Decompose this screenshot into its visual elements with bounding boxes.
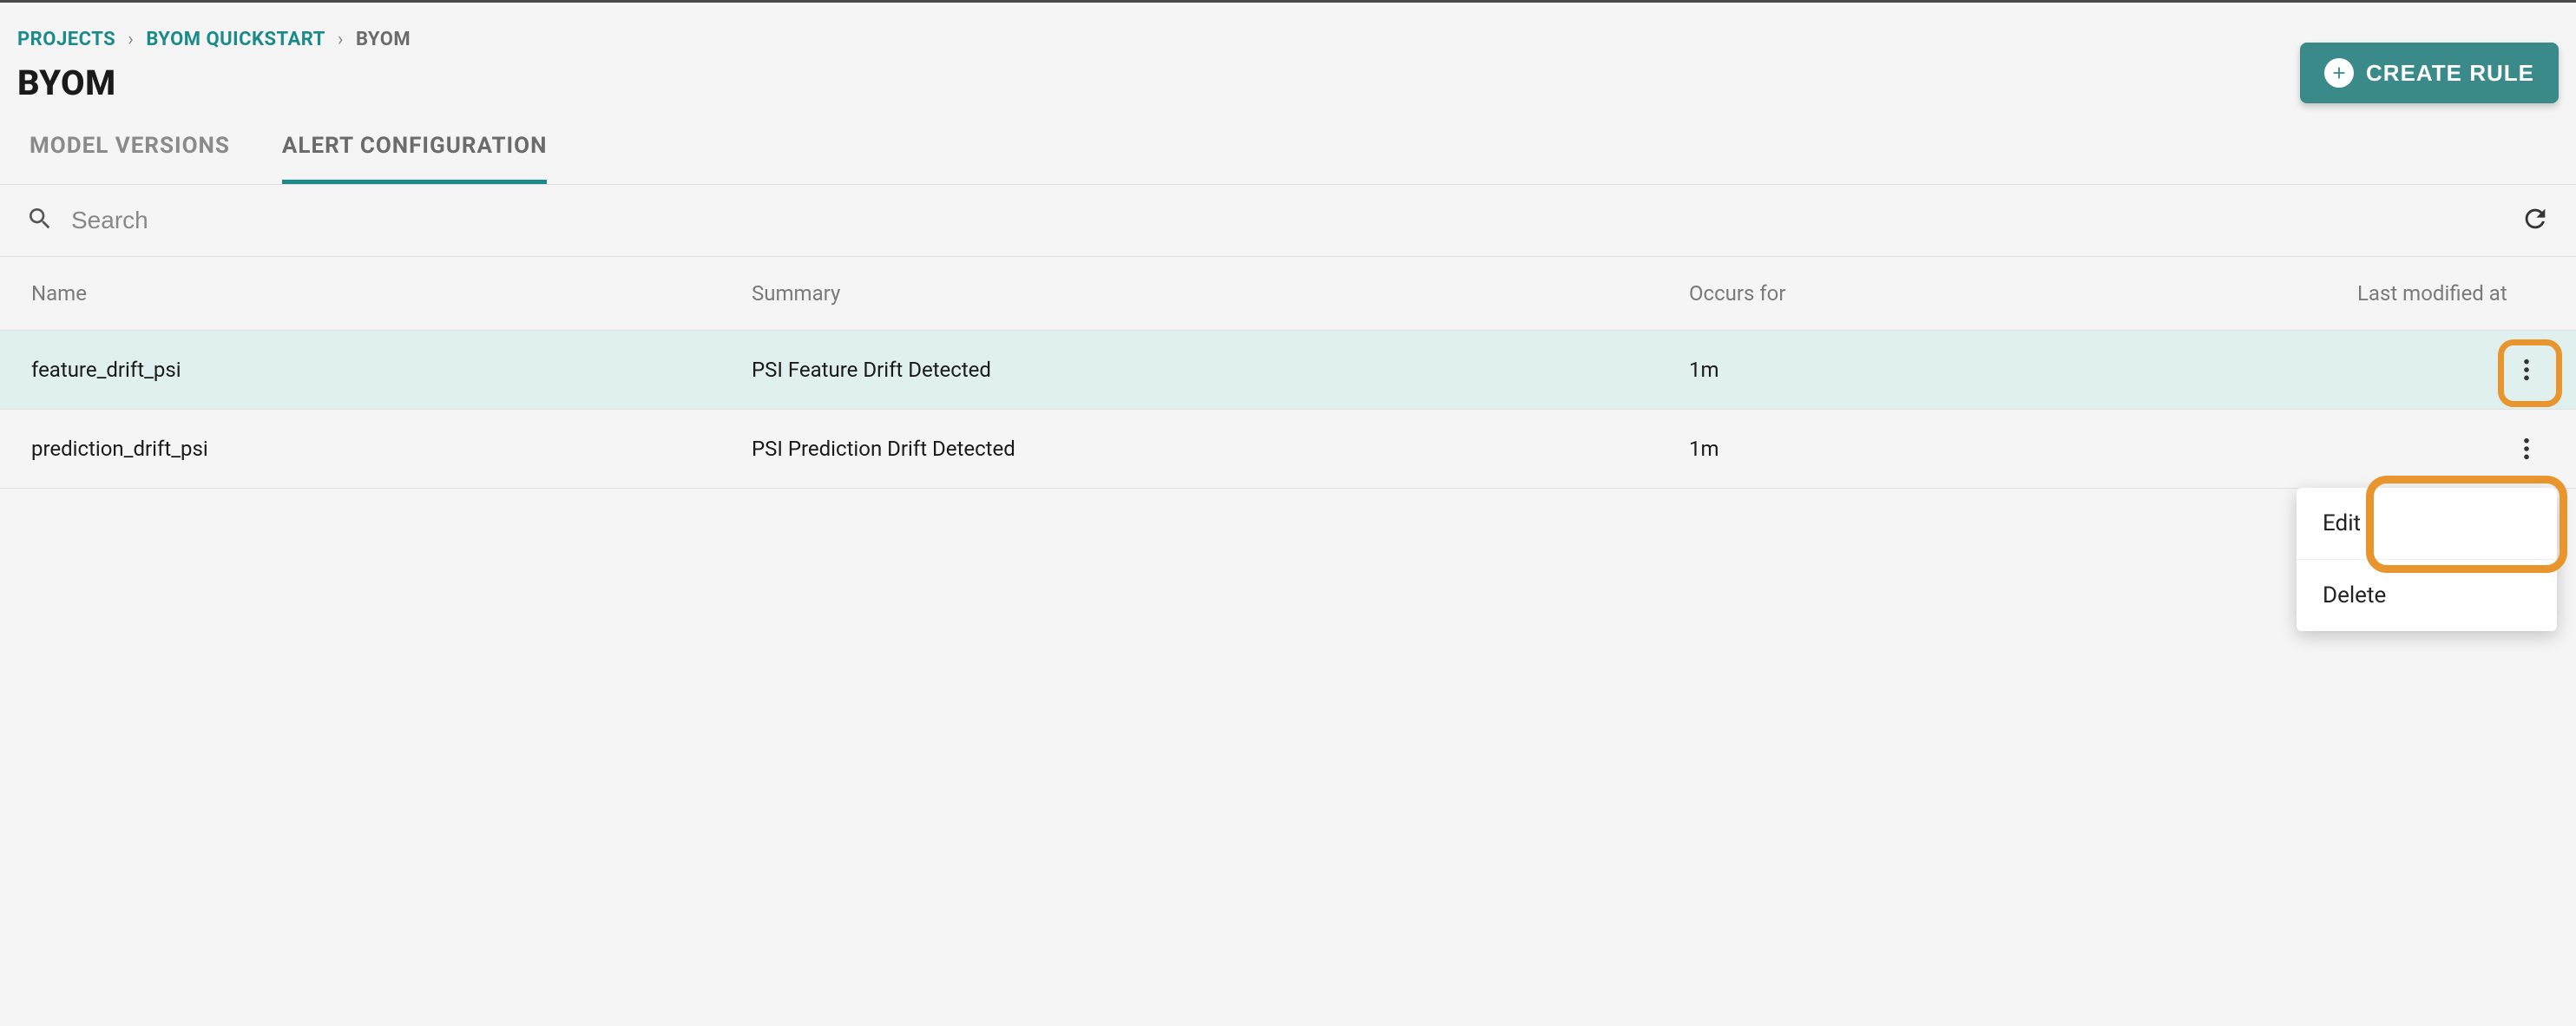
page-title: BYOM (17, 62, 2559, 103)
table-header: Name Summary Occurs for Last modified at (0, 257, 2576, 331)
table-row[interactable]: feature_drift_psi PSI Feature Drift Dete… (0, 331, 2576, 410)
cell-name: feature_drift_psi (31, 358, 752, 382)
row-context-menu: Edit Delete (2297, 488, 2557, 631)
tab-model-versions[interactable]: MODEL VERSIONS (30, 133, 230, 184)
search-bar (0, 185, 2576, 257)
tabs: MODEL VERSIONS ALERT CONFIGURATION (0, 103, 2576, 185)
row-more-button[interactable] (2508, 352, 2545, 388)
col-occurs: Occurs for (1689, 281, 2357, 306)
alerts-table: Name Summary Occurs for Last modified at… (0, 257, 2576, 489)
col-name: Name (31, 281, 752, 306)
menu-delete[interactable]: Delete (2297, 560, 2557, 631)
col-modified: Last modified at (2357, 281, 2545, 306)
row-more-button[interactable] (2508, 431, 2545, 467)
create-rule-button[interactable]: CREATE RULE (2300, 43, 2559, 103)
cell-occurs: 1m (1689, 358, 2357, 382)
breadcrumb-quickstart[interactable]: BYOM QUICKSTART (146, 29, 325, 50)
col-summary: Summary (752, 281, 1689, 306)
page-header: PROJECTS › BYOM QUICKSTART › BYOM BYOM C… (0, 3, 2576, 103)
menu-edit[interactable]: Edit (2297, 488, 2557, 560)
breadcrumb-projects[interactable]: PROJECTS (17, 29, 115, 50)
table-row[interactable]: prediction_drift_psi PSI Prediction Drif… (0, 410, 2576, 489)
cell-modified (2357, 431, 2545, 467)
cell-occurs: 1m (1689, 437, 2357, 461)
breadcrumb: PROJECTS › BYOM QUICKSTART › BYOM (17, 29, 2559, 50)
search-icon (26, 205, 54, 236)
breadcrumb-current: BYOM (356, 29, 411, 50)
plus-circle-icon (2324, 58, 2354, 88)
create-rule-label: CREATE RULE (2366, 60, 2534, 87)
refresh-icon[interactable] (2520, 204, 2550, 237)
search-input[interactable] (71, 207, 2503, 234)
tab-alert-configuration[interactable]: ALERT CONFIGURATION (282, 133, 548, 184)
cell-name: prediction_drift_psi (31, 437, 752, 461)
chevron-right-icon: › (338, 29, 344, 50)
cell-summary: PSI Prediction Drift Detected (752, 437, 1689, 461)
cell-summary: PSI Feature Drift Detected (752, 358, 1689, 382)
chevron-right-icon: › (128, 29, 134, 50)
cell-modified (2357, 352, 2545, 388)
